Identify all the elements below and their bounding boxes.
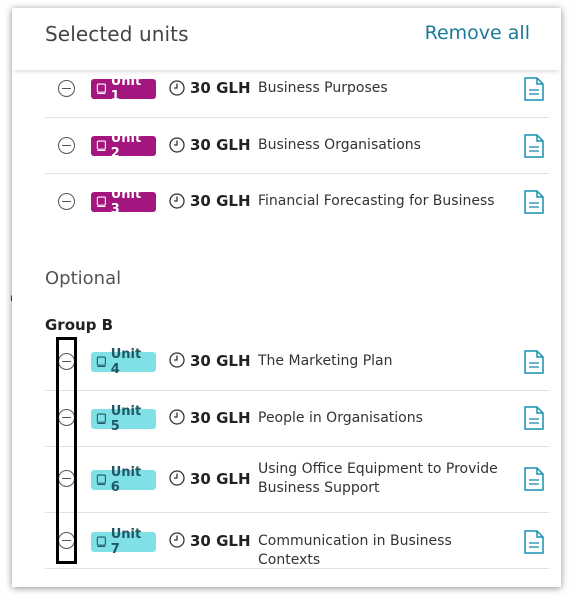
clock-icon [169, 352, 185, 368]
book-icon [96, 474, 106, 485]
book-icon [96, 83, 106, 94]
unit-name: Communication in Business Contexts [258, 533, 452, 568]
document-icon[interactable] [524, 530, 544, 554]
clock-icon [169, 409, 185, 425]
unit-name: The Marketing Plan [258, 353, 393, 369]
clock-icon [169, 470, 185, 486]
clock-icon [169, 532, 185, 548]
unit-badge-label: Unit 1 [110, 74, 142, 104]
book-icon [96, 536, 106, 547]
remove-unit-icon[interactable] [58, 80, 75, 97]
remove-unit-icon[interactable] [58, 532, 75, 549]
panel-header: Selected units Remove all [12, 8, 561, 70]
unit-badge: Unit 2 [91, 131, 156, 161]
clock-icon [169, 80, 185, 96]
unit-badge-label: Unit 5 [110, 404, 142, 434]
remove-all-link[interactable]: Remove all [425, 22, 530, 44]
unit-name: Financial Forecasting for Business [258, 193, 495, 209]
document-icon[interactable] [524, 134, 544, 158]
glh-value: 30 GLH [190, 192, 251, 210]
unit-badge-label: Unit 2 [110, 131, 142, 161]
document-icon[interactable] [524, 467, 544, 491]
remove-unit-icon[interactable] [58, 353, 75, 370]
unit-row: Unit 3 30 GLH Financial Forecasting for … [45, 173, 549, 229]
unit-badge: Unit 1 [91, 74, 156, 104]
unit-badge: Unit 5 [91, 404, 156, 434]
unit-name: Business Purposes [258, 80, 388, 96]
unit-row: Unit 5 30 GLH People in Organisations [45, 390, 549, 447]
panel-title: Selected units [45, 22, 189, 46]
clock-icon [169, 193, 185, 209]
unit-name: Business Organisations [258, 137, 421, 153]
glh-value: 30 GLH [190, 352, 251, 370]
group-label: Group B [45, 316, 114, 334]
unit-row: Unit 4 30 GLH The Marketing Plan [45, 334, 549, 391]
document-icon[interactable] [524, 77, 544, 101]
book-icon [96, 356, 106, 367]
book-icon [96, 196, 106, 207]
remove-unit-icon[interactable] [58, 137, 75, 154]
unit-name: People in Organisations [258, 410, 423, 426]
glh-value: 30 GLH [190, 409, 251, 427]
glh-value: 30 GLH [190, 79, 251, 97]
unit-badge: Unit 3 [91, 187, 156, 217]
unit-badge-label: Unit 6 [110, 465, 142, 495]
glh-value: 30 GLH [190, 470, 251, 488]
optional-section-label: Optional [45, 268, 122, 289]
unit-badge: Unit 4 [91, 347, 156, 377]
unit-row: Unit 6 30 GLH Using Office Equipment to … [45, 446, 549, 513]
glh-value: 30 GLH [190, 532, 251, 550]
book-icon [96, 413, 106, 424]
unit-badge-label: Unit 4 [110, 347, 142, 377]
selected-units-panel: Selected units Remove all Unit 1 30 GLH … [12, 8, 561, 587]
document-icon[interactable] [524, 350, 544, 374]
remove-unit-icon[interactable] [58, 409, 75, 426]
unit-badge: Unit 6 [91, 465, 156, 495]
unit-row: Unit 2 30 GLH Business Organisations [45, 117, 549, 174]
unit-row: Unit 7 30 GLH Communication in Business … [45, 512, 549, 569]
clock-icon [169, 137, 185, 153]
unit-badge-label: Unit 3 [110, 187, 142, 217]
unit-badge: Unit 7 [91, 527, 156, 557]
unit-badge-label: Unit 7 [110, 527, 142, 557]
book-icon [96, 140, 106, 151]
document-icon[interactable] [524, 190, 544, 214]
remove-unit-icon[interactable] [58, 193, 75, 210]
unit-name: Using Office Equipment to Provide Busine… [258, 461, 498, 496]
remove-unit-icon[interactable] [58, 470, 75, 487]
glh-value: 30 GLH [190, 136, 251, 154]
document-icon[interactable] [524, 406, 544, 430]
